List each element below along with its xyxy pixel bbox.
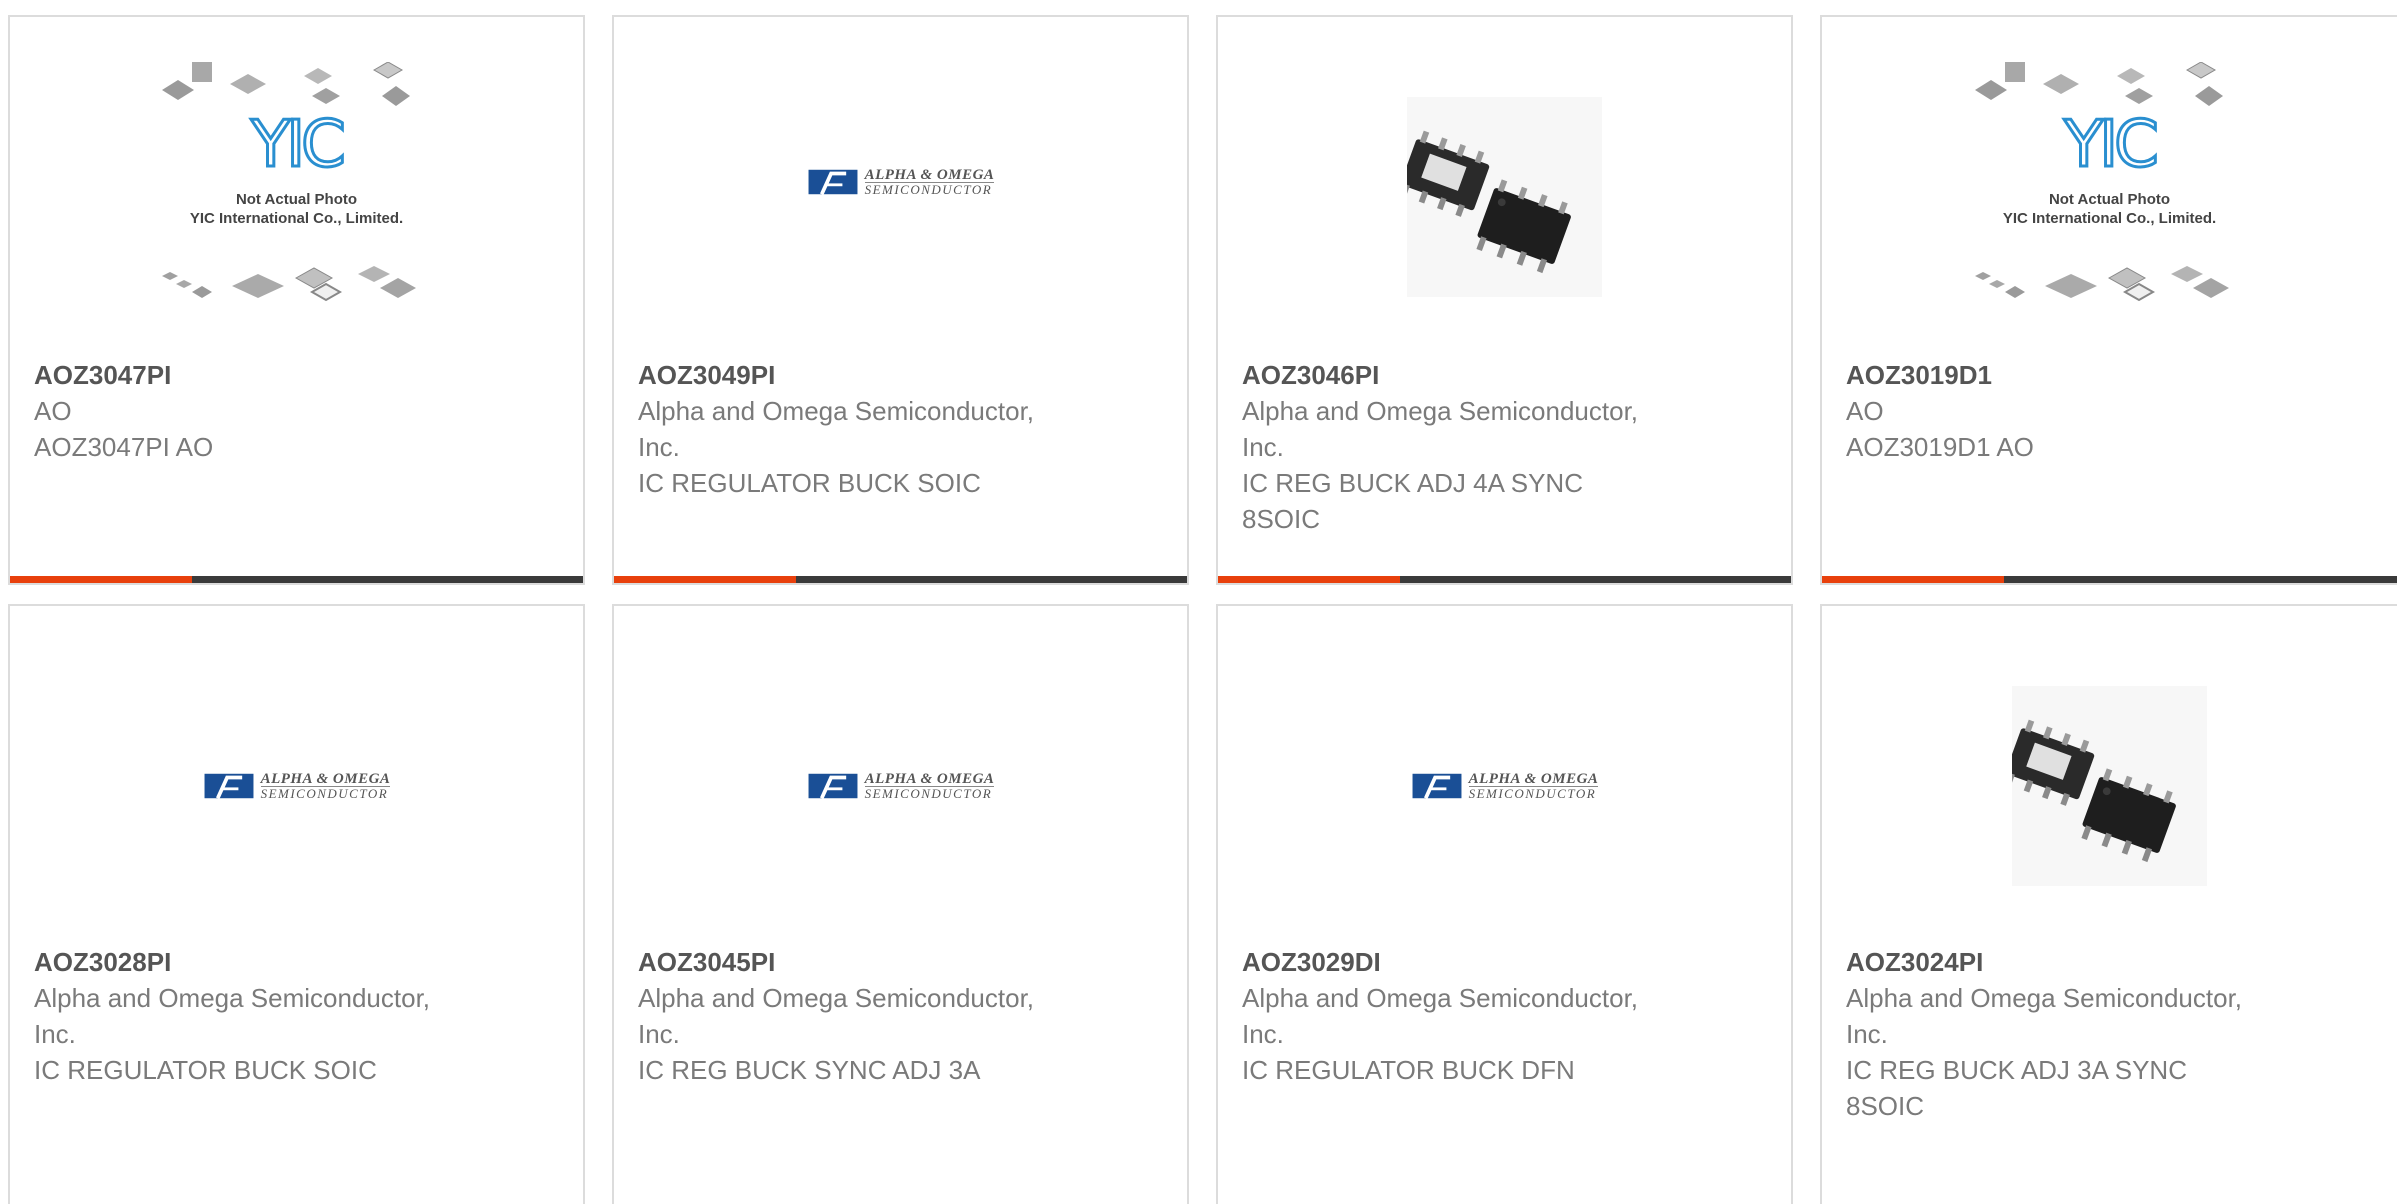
product-image[interactable]: ALPHA & OMEGA SEMICONDUCTOR <box>614 17 1187 347</box>
card-bottom-bar <box>614 576 1187 583</box>
description: IC REG BUCK SYNC ADJ 3A <box>638 1055 981 1085</box>
product-card[interactable]: ALPHA & OMEGA SEMICONDUCTOR AOZ3045PI Al… <box>612 604 1189 1204</box>
yic-placeholder-image: YIC Not Actual Photo YIC International C… <box>161 62 432 312</box>
part-number-link[interactable]: AOZ3046PI <box>1242 357 1767 393</box>
product-image[interactable]: YIC Not Actual Photo YIC International C… <box>10 17 583 357</box>
product-grid: YIC Not Actual Photo YIC International C… <box>0 0 2400 1204</box>
logo-line-2: SEMICONDUCTOR <box>864 181 995 197</box>
description: AOZ3047PI AO <box>34 432 214 462</box>
alpha-omega-logo: ALPHA & OMEGA SEMICONDUCTOR <box>806 770 995 802</box>
logo-line-1: ALPHA & OMEGA <box>1468 770 1599 787</box>
product-info: AOZ3045PI Alpha and Omega Semiconductor,… <box>638 944 1163 1088</box>
alpha-omega-logo: ALPHA & OMEGA SEMICONDUCTOR <box>1410 770 1599 802</box>
card-accent <box>10 576 192 583</box>
alpha-omega-mark-icon <box>202 771 255 801</box>
product-card[interactable]: AOZ3024PI Alpha and Omega Semiconductor,… <box>1820 604 2397 1204</box>
caption-line-1: Not Actual Photo <box>2048 191 2171 208</box>
product-info: AOZ3049PI Alpha and Omega Semiconductor,… <box>638 357 1163 501</box>
card-accent <box>1218 576 1400 583</box>
product-info: AOZ3024PI Alpha and Omega Semiconductor,… <box>1846 944 2373 1124</box>
caption-line-2: YIC International Co., Limited. <box>189 210 404 227</box>
product-image[interactable]: ALPHA & OMEGA SEMICONDUCTOR <box>614 606 1187 966</box>
product-card[interactable]: AOZ3046PI Alpha and Omega Semiconductor,… <box>1216 15 1793 585</box>
soic8-chip-photo <box>1407 97 1602 297</box>
alpha-omega-logo: ALPHA & OMEGA SEMICONDUCTOR <box>202 770 391 802</box>
description: IC REGULATOR BUCK SOIC <box>638 468 981 498</box>
caption-line-2: YIC International Co., Limited. <box>2002 210 2217 227</box>
part-number-link[interactable]: AOZ3024PI <box>1846 944 2373 980</box>
chips-icon <box>161 265 417 301</box>
product-card[interactable]: ALPHA & OMEGA SEMICONDUCTOR AOZ3049PI Al… <box>612 15 1189 585</box>
manufacturer: AO <box>34 396 72 426</box>
yic-logo: YIC <box>2063 108 2161 182</box>
product-info: AOZ3028PI Alpha and Omega Semiconductor,… <box>34 944 559 1088</box>
manufacturer: Alpha and Omega Semiconductor, Inc. <box>638 983 1035 1049</box>
logo-line-1: ALPHA & OMEGA <box>260 770 391 787</box>
alpha-omega-mark-icon <box>806 167 859 197</box>
placeholder-caption: Not Actual Photo YIC International Co., … <box>162 190 432 228</box>
manufacturer: AO <box>1846 396 1884 426</box>
chips-icon <box>161 62 410 107</box>
soic8-chip-photo <box>2012 686 2207 886</box>
description: IC REG BUCK ADJ 4A SYNC 8SOIC <box>1242 468 1583 534</box>
product-image[interactable]: ALPHA & OMEGA SEMICONDUCTOR <box>10 606 583 966</box>
logo-line-1: ALPHA & OMEGA <box>864 166 995 183</box>
manufacturer: Alpha and Omega Semiconductor, Inc. <box>1846 983 2243 1049</box>
yic-logo: YIC <box>250 108 348 182</box>
manufacturer: Alpha and Omega Semiconductor, Inc. <box>638 396 1035 462</box>
caption-line-1: Not Actual Photo <box>235 191 358 208</box>
card-bottom-bar <box>1218 576 1791 583</box>
description: AOZ3019D1 AO <box>1846 432 2034 462</box>
alpha-omega-logo: ALPHA & OMEGA SEMICONDUCTOR <box>806 166 995 198</box>
logo-line-2: SEMICONDUCTOR <box>864 785 995 801</box>
card-accent <box>614 576 796 583</box>
product-card[interactable]: YIC Not Actual Photo YIC International C… <box>8 15 585 585</box>
alpha-omega-mark-icon <box>806 771 859 801</box>
description: IC REG BUCK ADJ 3A SYNC 8SOIC <box>1846 1055 2187 1121</box>
card-accent <box>1822 576 2004 583</box>
card-bottom-bar <box>10 576 583 583</box>
yic-placeholder-image: YIC Not Actual Photo YIC International C… <box>1974 62 2245 312</box>
part-number-link[interactable]: AOZ3049PI <box>638 357 1163 393</box>
part-number-link[interactable]: AOZ3029DI <box>1242 944 1767 980</box>
product-info: AOZ3047PI AO AOZ3047PI AO <box>34 357 559 465</box>
description: IC REGULATOR BUCK DFN <box>1242 1055 1575 1085</box>
product-info: AOZ3029DI Alpha and Omega Semiconductor,… <box>1242 944 1767 1088</box>
manufacturer: Alpha and Omega Semiconductor, Inc. <box>1242 396 1639 462</box>
product-image[interactable]: ALPHA & OMEGA SEMICONDUCTOR <box>1218 606 1791 966</box>
manufacturer: Alpha and Omega Semiconductor, Inc. <box>34 983 431 1049</box>
part-number-link[interactable]: AOZ3045PI <box>638 944 1163 980</box>
placeholder-caption: Not Actual Photo YIC International Co., … <box>1975 190 2245 228</box>
card-bottom-bar <box>1822 576 2397 583</box>
product-image[interactable] <box>1218 17 1791 377</box>
part-number-link[interactable]: AOZ3019D1 <box>1846 357 2373 393</box>
manufacturer: Alpha and Omega Semiconductor, Inc. <box>1242 983 1639 1049</box>
logo-line-2: SEMICONDUCTOR <box>260 785 391 801</box>
part-number-link[interactable]: AOZ3047PI <box>34 357 559 393</box>
part-number-link[interactable]: AOZ3028PI <box>34 944 559 980</box>
description: IC REGULATOR BUCK SOIC <box>34 1055 377 1085</box>
logo-line-1: ALPHA & OMEGA <box>864 770 995 787</box>
product-image[interactable] <box>1822 606 2397 966</box>
chips-icon <box>1974 62 2223 107</box>
chips-icon <box>1974 265 2230 301</box>
product-image[interactable]: YIC Not Actual Photo YIC International C… <box>1822 17 2397 357</box>
product-info: AOZ3046PI Alpha and Omega Semiconductor,… <box>1242 357 1767 537</box>
product-info: AOZ3019D1 AO AOZ3019D1 AO <box>1846 357 2373 465</box>
product-card[interactable]: YIC Not Actual Photo YIC International C… <box>1820 15 2397 585</box>
product-card[interactable]: ALPHA & OMEGA SEMICONDUCTOR AOZ3029DI Al… <box>1216 604 1793 1204</box>
product-card[interactable]: ALPHA & OMEGA SEMICONDUCTOR AOZ3028PI Al… <box>8 604 585 1204</box>
alpha-omega-mark-icon <box>1410 771 1463 801</box>
logo-line-2: SEMICONDUCTOR <box>1468 785 1599 801</box>
